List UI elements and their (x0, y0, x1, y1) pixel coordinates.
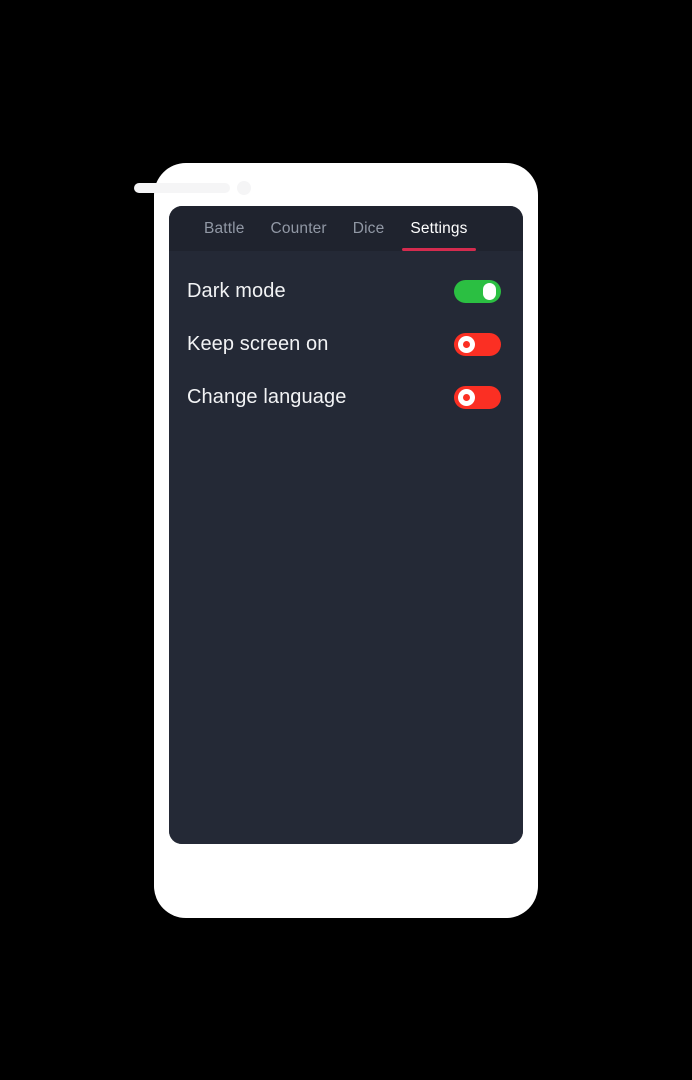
tab-bar: Battle Counter Dice Settings (169, 206, 523, 251)
toggle-change-language[interactable] (454, 386, 501, 409)
tab-battle-label: Battle (204, 219, 245, 237)
setting-label-keep-screen-on: Keep screen on (187, 333, 329, 355)
toggle-knob-ring-icon (458, 389, 475, 406)
settings-list: Dark mode Keep screen on Change language (169, 251, 523, 844)
tab-battle[interactable]: Battle (191, 206, 258, 251)
tab-dice-indicator (345, 248, 393, 251)
tab-counter-label: Counter (270, 219, 327, 237)
setting-label-dark-mode: Dark mode (187, 280, 286, 302)
setting-label-change-language: Change language (187, 386, 347, 408)
tab-battle-indicator (196, 248, 253, 251)
tab-dice[interactable]: Dice (340, 206, 398, 251)
tab-settings-indicator (402, 248, 476, 251)
toggle-dark-mode[interactable] (454, 280, 501, 303)
phone-screen: Battle Counter Dice Settings Dark mode K… (169, 206, 523, 844)
tab-counter[interactable]: Counter (258, 206, 340, 251)
setting-row-dark-mode: Dark mode (169, 265, 523, 318)
setting-row-change-language: Change language (169, 371, 523, 424)
toggle-knob-ring-icon (458, 336, 475, 353)
setting-row-keep-screen-on: Keep screen on (169, 318, 523, 371)
tab-dice-label: Dice (352, 219, 385, 237)
speaker-grille-icon (134, 183, 230, 193)
toggle-keep-screen-on[interactable] (454, 333, 501, 356)
front-camera-icon (237, 181, 251, 195)
toggle-knob-pill-icon (483, 283, 496, 300)
tab-counter-indicator (263, 248, 335, 251)
tab-settings[interactable]: Settings (397, 206, 480, 251)
tab-settings-label: Settings (410, 219, 468, 237)
